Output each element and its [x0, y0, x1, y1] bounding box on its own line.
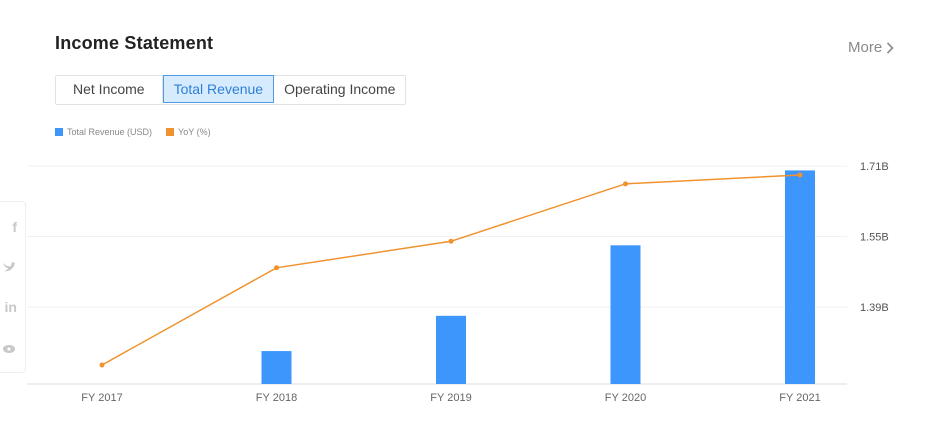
x-tick-label: FY 2020: [605, 392, 646, 404]
point-yoy: [99, 362, 105, 368]
point-yoy: [274, 265, 279, 271]
x-tick-label: FY 2017: [81, 392, 122, 404]
x-tick-label: FY 2021: [779, 392, 820, 404]
point-yoy: [797, 172, 803, 178]
y-tick-label: 1.55B: [860, 232, 889, 244]
bar-revenue: [610, 245, 641, 384]
bar-revenue: [261, 351, 292, 384]
bar-revenue: [436, 315, 466, 384]
bar-revenue: [785, 170, 815, 384]
point-yoy: [623, 181, 628, 187]
y-tick-label: 1.71B: [860, 161, 889, 173]
x-tick-label: FY 2018: [256, 392, 297, 404]
y-tick-label: 1.39B: [860, 302, 889, 314]
revenue-chart: 1.39B 1.55B 1.71B FY 2017 FY 2018 FY 2019 FY 2…: [27, 161, 889, 404]
x-tick-label: FY 2019: [430, 392, 471, 404]
point-yoy: [448, 238, 454, 244]
